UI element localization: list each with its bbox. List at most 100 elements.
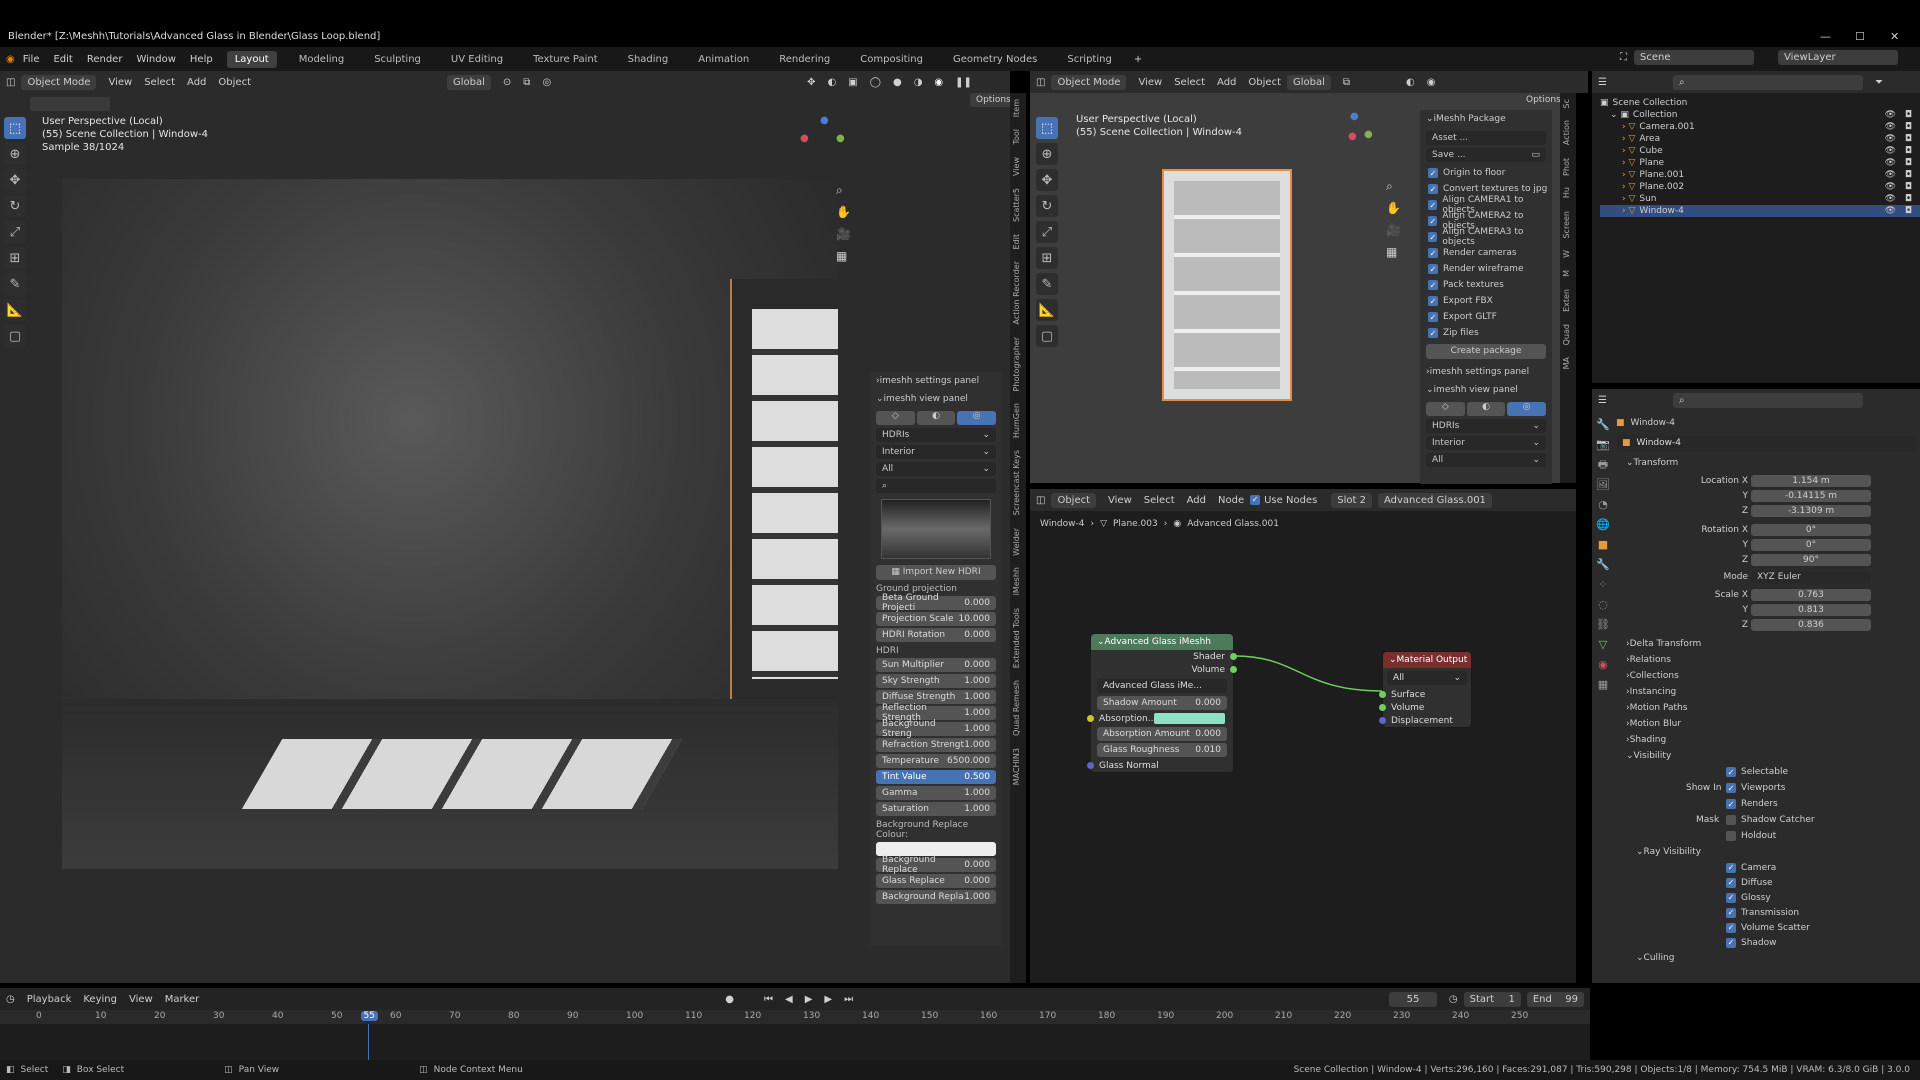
render-camera-icon[interactable]: ◘	[1905, 170, 1912, 180]
ray-transmission-checkbox[interactable]: ✓ Transmission	[1616, 905, 1916, 920]
sidebar-tab-ma[interactable]: MA	[1560, 351, 1573, 375]
visibility-eye-icon[interactable]: 👁	[1885, 170, 1896, 180]
pivot-icon[interactable]: ⊙	[503, 77, 511, 88]
mode-hdri-icon[interactable]: ◎	[957, 411, 997, 425]
advanced-glass-node[interactable]: ⌄ Advanced Glass iMeshh Shader Volume Ad…	[1087, 633, 1237, 773]
projection-scale-field[interactable]: Projection Scale 10.000	[876, 612, 996, 626]
node-menu-select[interactable]: Select	[1144, 495, 1175, 506]
visibility-eye-icon[interactable]: 👁	[1885, 110, 1896, 120]
motion-blur-section-header[interactable]: › Motion Blur	[1616, 716, 1916, 732]
shadow-catcher-checkbox[interactable]: Mask Shadow Catcher	[1616, 812, 1916, 828]
shading-icon-2[interactable]: ◉	[1427, 77, 1436, 88]
gizmo2-y-icon[interactable]: ●	[1364, 129, 1373, 140]
sidebar-tab-photographer[interactable]: Photographer	[1010, 331, 1023, 397]
scale-z-input[interactable]: 0.836	[1751, 618, 1871, 631]
gizmo-y-icon[interactable]: ●	[836, 133, 845, 144]
node-menu-node[interactable]: Node	[1218, 495, 1244, 506]
close-icon[interactable]: ✕	[1890, 30, 1899, 43]
properties-search-input[interactable]: ⌕	[1672, 392, 1863, 408]
rotate-tool-icon-2[interactable]: ↻	[1036, 195, 1058, 217]
slot-dropdown[interactable]: Slot 2	[1331, 492, 1372, 508]
menu-edit[interactable]: Edit	[53, 54, 72, 65]
minimize-icon[interactable]: —	[1820, 30, 1831, 43]
menu-render[interactable]: Render	[87, 54, 123, 65]
sidebar-tab-quad[interactable]: Quad	[1560, 318, 1573, 351]
tab-modeling[interactable]: Modeling	[291, 51, 353, 68]
scale-tool-icon-2[interactable]: ⤢	[1036, 221, 1058, 243]
ray-visibility-header[interactable]: ⌄ Ray Visibility	[1616, 844, 1916, 860]
modifier-tab-icon[interactable]: 🔧	[1594, 555, 1612, 575]
tab-sculpting[interactable]: Sculpting	[366, 51, 429, 68]
outliner-item-plane[interactable]: › ▽ Plane 👁 ◘	[1600, 157, 1920, 169]
sidebar-tab-machin3[interactable]: MACHIN3	[1010, 742, 1023, 791]
align-camera3-to-objects-checkbox[interactable]: ✓ Align CAMERA3 to objects	[1420, 227, 1552, 247]
outliner-item-area[interactable]: › ▽ Area 👁 ◘	[1600, 133, 1920, 145]
vp-menu-add[interactable]: Add	[187, 77, 206, 88]
outliner-collection[interactable]: ⌄ ▣ Collection 👁 ◘	[1600, 109, 1920, 121]
rotation-mode-dropdown[interactable]: XYZ Euler	[1751, 571, 1871, 583]
sidebar-tab-screencast-keys[interactable]: Screencast Keys	[1010, 444, 1023, 521]
object-mode-dropdown[interactable]: Object Mode	[21, 74, 97, 90]
surface-socket[interactable]	[1379, 691, 1386, 698]
culling-header[interactable]: ⌄ Culling	[1616, 950, 1916, 966]
output-tab-icon[interactable]: 🖶	[1594, 455, 1612, 475]
transform-tool-icon-2[interactable]: ⊞	[1036, 247, 1058, 269]
sidebar-tab-m[interactable]: M	[1560, 264, 1573, 283]
gizmo2-z-icon[interactable]: ●	[1350, 111, 1359, 122]
orientation-dropdown[interactable]: Global	[447, 74, 491, 90]
move-tool-icon-2[interactable]: ✥	[1036, 169, 1058, 191]
absorption-color-swatch[interactable]	[1154, 713, 1225, 724]
imeshh-view-panel-header[interactable]: ⌄ imeshh view panel	[870, 390, 1002, 408]
hdri-subcategory-dropdown-2[interactable]: Interior ⌄	[1426, 436, 1546, 450]
tool-tab-icon[interactable]: 🔧	[1594, 415, 1612, 435]
render-cameras-checkbox[interactable]: ✓ Render cameras	[1420, 245, 1552, 261]
instancing-section-header[interactable]: › Instancing	[1616, 684, 1916, 700]
mode-material-icon[interactable]: ◐	[916, 411, 956, 425]
render-camera-icon[interactable]: ◘	[1905, 146, 1912, 156]
visibility-section-header[interactable]: ⌄ Visibility	[1616, 748, 1916, 764]
collections-section-header[interactable]: › Collections	[1616, 668, 1916, 684]
viewlayer-selector[interactable]: ViewLayer	[1778, 50, 1898, 65]
shading-solid-icon[interactable]: ●	[893, 77, 902, 88]
gizmo2-x-icon[interactable]: ●	[1348, 131, 1357, 142]
scale-y-input[interactable]: 0.813	[1751, 603, 1871, 616]
temperature-field[interactable]: Temperature 6500.000	[876, 754, 996, 768]
selectable-checkbox[interactable]: ✓ Selectable	[1616, 764, 1916, 780]
step-forward-icon[interactable]: ▶	[824, 994, 832, 1005]
scene-selector[interactable]: Scene	[1634, 50, 1754, 65]
shader-output-socket[interactable]	[1230, 653, 1237, 660]
camera-view-icon-2[interactable]: 🎥	[1386, 219, 1401, 241]
object-tab-icon[interactable]: ■	[1594, 535, 1612, 555]
editor-type-icon-2[interactable]: ◫	[1036, 77, 1045, 88]
tab-animation[interactable]: Animation	[690, 51, 757, 68]
overlay-icon[interactable]: ◐	[828, 77, 837, 88]
material-output-header[interactable]: ⌄ Material Output	[1383, 652, 1471, 668]
displacement-socket[interactable]	[1379, 717, 1386, 724]
properties-type-icon[interactable]: ☰	[1598, 395, 1607, 406]
snap-icon[interactable]: ⧉	[523, 77, 530, 88]
glass-replace-field[interactable]: Glass Replace 0.000	[876, 874, 996, 888]
outliner-type-icon[interactable]: ☰	[1598, 77, 1607, 88]
constraints-tab-icon[interactable]: ⛓	[1594, 615, 1612, 635]
add-cube-tool-icon-2[interactable]: ▢	[1036, 325, 1058, 347]
pan-icon-2[interactable]: ✋	[1386, 197, 1401, 219]
export-gltf-checkbox[interactable]: ✓ Export GLTF	[1420, 309, 1552, 325]
sidebar-tab-item[interactable]: Item	[1010, 93, 1023, 123]
render-camera-icon[interactable]: ◘	[1905, 158, 1912, 168]
background-replace-field[interactable]: Background Replace 0.000	[876, 855, 996, 875]
background-streng-field[interactable]: Background Streng 1.000	[876, 719, 996, 739]
mode-hdri-icon-2[interactable]: ◎	[1507, 402, 1547, 416]
menu-help[interactable]: Help	[190, 54, 213, 65]
render-camera-icon[interactable]: ◘	[1905, 122, 1912, 132]
imeshh-package-header[interactable]: ⌄ iMeshh Package	[1420, 110, 1552, 128]
node-menu-view[interactable]: View	[1108, 495, 1132, 506]
ray-glossy-checkbox[interactable]: ✓ Glossy	[1616, 890, 1916, 905]
vp2-menu-select[interactable]: Select	[1174, 77, 1205, 88]
outliner-search-input[interactable]: ⌕	[1672, 74, 1863, 90]
pause-icon[interactable]: ❚❚	[955, 77, 972, 88]
hdri-rotation-field[interactable]: HDRI Rotation 0.000	[876, 628, 996, 642]
render-camera-icon[interactable]: ◘	[1905, 134, 1912, 144]
gizmo-z-icon[interactable]: ●	[820, 115, 829, 126]
sidebar-tab-action[interactable]: Action	[1560, 114, 1573, 151]
mode-model-icon-2[interactable]: ◇	[1426, 402, 1465, 416]
